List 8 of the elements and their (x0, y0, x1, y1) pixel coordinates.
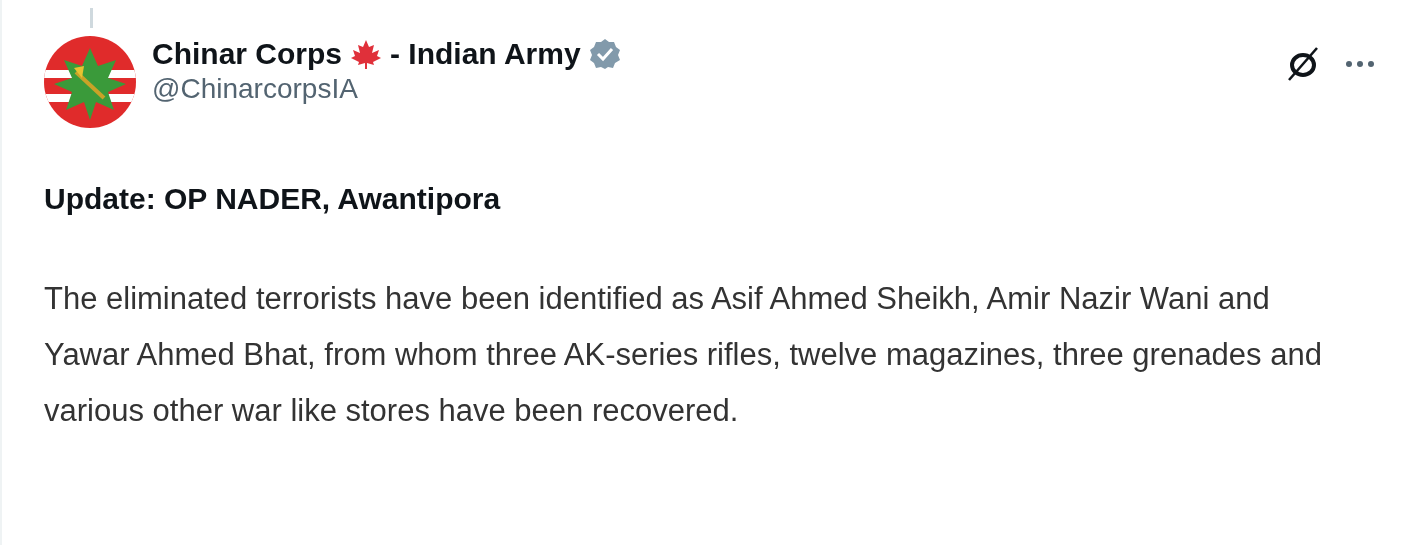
post-headline: Update: OP NADER, Awantipora (44, 181, 502, 217)
post-text: The eliminated terrorists have been identified as Asif Ahmed Sheikh, Amir Nazir Wani and Yawar Ahmed Bhat, from whom three AK-series rifles, twelve magazines, three grenades and various other war like stores have been recovered. (44, 280, 1323, 430)
slashed-circle-icon[interactable] (1285, 46, 1321, 82)
author-handle[interactable]: @ChinarcorpsIA (152, 72, 1285, 106)
author-name-suffix[interactable]: - Indian Army (390, 36, 581, 72)
author-name[interactable]: Chinar Corps (152, 36, 343, 72)
more-icon[interactable] (1345, 60, 1375, 68)
maple-leaf-icon (350, 38, 383, 70)
